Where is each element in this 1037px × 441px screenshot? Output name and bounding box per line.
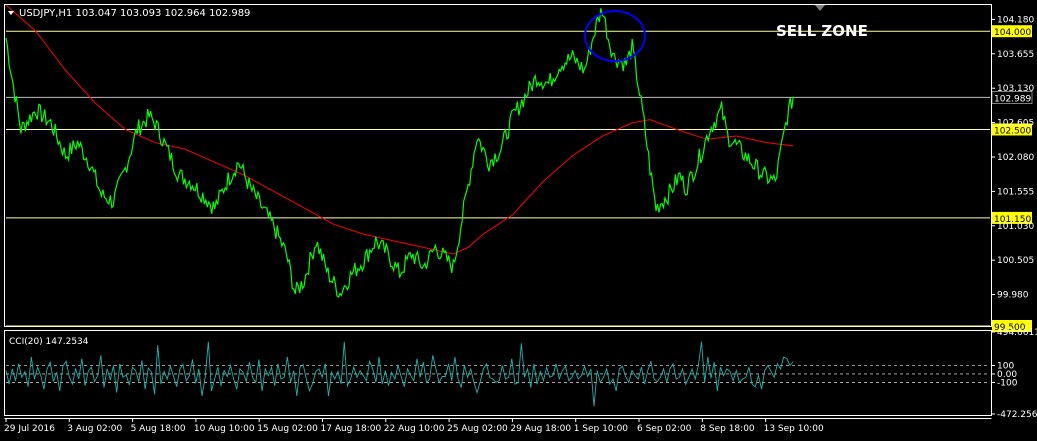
x-tick-label: 29 Jul 2016 [4,424,55,434]
horizontal-levels: 104.000102.500101.15099.500102.989 [6,25,1033,333]
cci-tick-label: -472.2561 [997,410,1037,420]
x-tick-label: 15 Aug 02:00 [257,424,318,434]
y-tick-label: 103.130 [997,84,1034,94]
x-tick-label: 3 Aug 02:00 [67,424,122,434]
x-tick-label: 17 Aug 18:00 [321,424,382,434]
x-tick-label: 8 Sep 18:00 [700,424,755,434]
chart-shift-marker-icon[interactable] [815,5,825,11]
cci-plot-frame [4,330,992,416]
y-tick-label: 100.505 [997,256,1034,266]
x-tick-label: 13 Sep 10:00 [764,424,824,434]
x-tick-label: 25 Aug 02:00 [447,424,508,434]
symbol-menu-triangle-icon[interactable] [8,11,14,15]
trading-chart[interactable]: 104.000102.500101.15099.500102.989 104.1… [0,0,1037,441]
cci-indicator: 494.66111000.00-100-472.2561 [5,328,1037,420]
price-series [5,8,794,298]
y-tick-label: 99.980 [997,291,1029,301]
x-tick-label: 6 Sep 02:00 [637,424,692,434]
x-tick-label: 10 Aug 10:00 [194,424,255,434]
x-tick-label: 22 Aug 10:00 [384,424,445,434]
cci-tick-label: -100 [997,378,1018,388]
y-tick-label: 102.605 [997,119,1034,129]
y-tick-label: 103.655 [997,50,1034,60]
x-tick-label: 29 Aug 18:00 [510,424,571,434]
y-tick-label: 101.030 [997,222,1034,232]
y-tick-label: 101.555 [997,187,1034,197]
x-tick-label: 1 Sep 10:00 [574,424,629,434]
x-tick-label: 5 Aug 18:00 [131,424,186,434]
symbol-ohlc-header: USDJPY,H1 103.047 103.093 102.964 102.98… [19,8,250,19]
current-price-label: 102.989 [994,94,1031,104]
price-line [5,8,794,298]
cci-header: CCI(20) 147.2534 [9,337,89,347]
time-axis: 29 Jul 2016 3 Aug 02:00 5 Aug 18:00 10 Aug … [4,418,824,434]
main-plot-frame [4,4,992,327]
price-axis: 104.180 103.655 103.130 102.605 102.080 101.5… [991,15,1034,301]
y-tick-label: 102.080 [997,153,1034,163]
level-tag-label: 104.000 [994,28,1031,38]
cci-tick-label: 494.6611 [997,328,1037,338]
y-tick-label: 104.180 [997,15,1034,25]
sell-zone-label: SELL ZONE [776,22,868,40]
cci-line [5,341,794,407]
